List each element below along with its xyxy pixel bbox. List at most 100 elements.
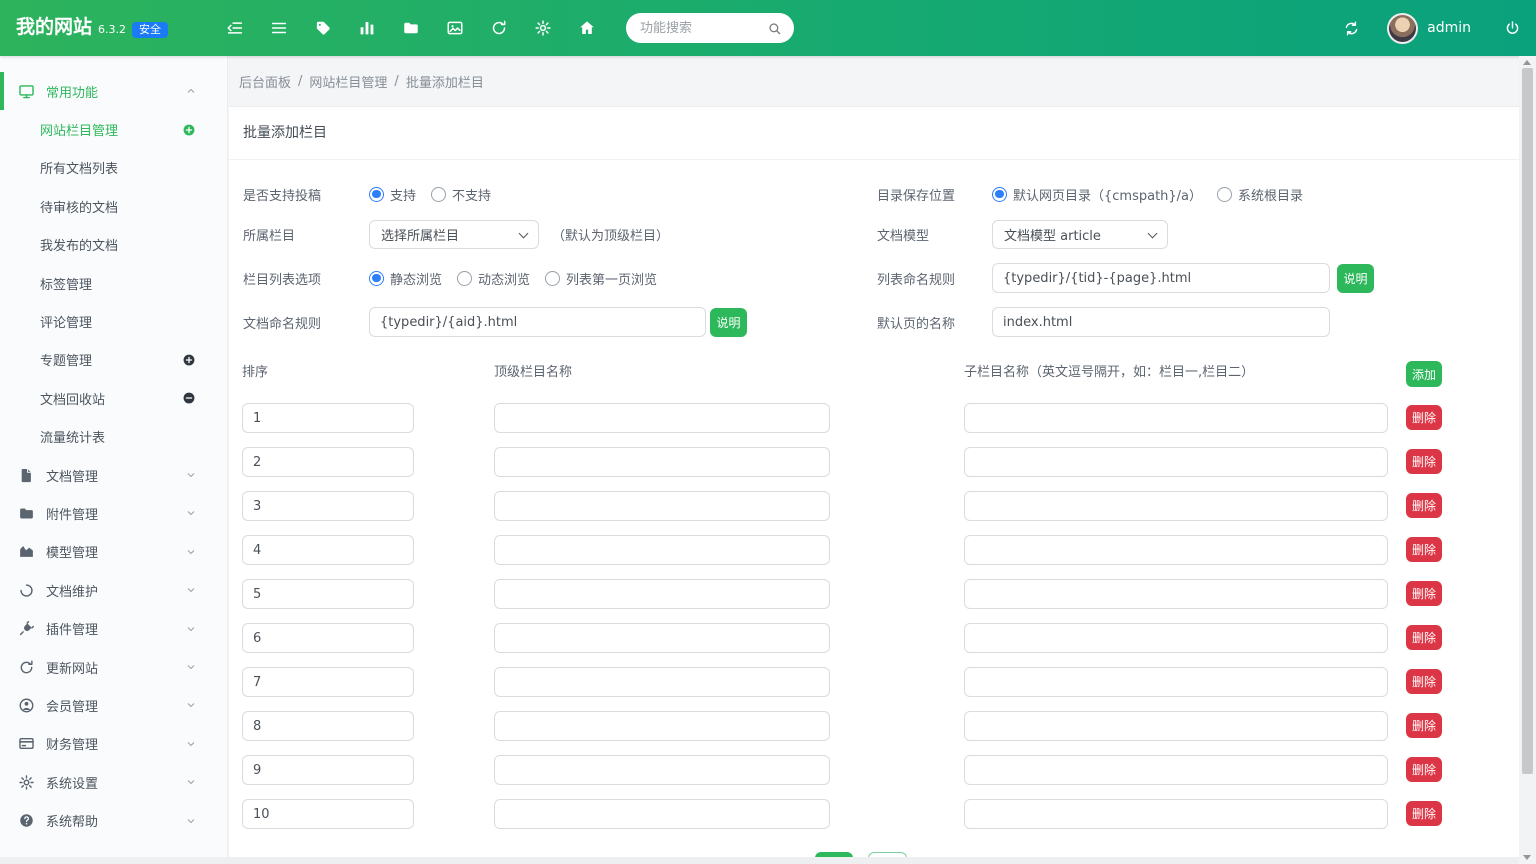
sort-input[interactable]: [242, 799, 414, 829]
avatar[interactable]: [1387, 13, 1418, 44]
vertical-scrollbar[interactable]: [1519, 56, 1536, 864]
radio-option-no-support[interactable]: 不支持: [431, 185, 491, 204]
add-icon[interactable]: [182, 353, 196, 367]
home-icon[interactable]: [578, 19, 596, 37]
delete-row-button[interactable]: 删除: [1406, 713, 1442, 738]
sub-name-input[interactable]: [964, 491, 1388, 521]
chart-icon[interactable]: [358, 19, 376, 37]
sub-name-input[interactable]: [964, 403, 1388, 433]
tag-icon[interactable]: [314, 19, 332, 37]
sort-input[interactable]: [242, 623, 414, 653]
sidebar-section-plugin[interactable]: 插件管理: [0, 609, 227, 647]
add-icon[interactable]: [182, 123, 196, 137]
radio-option-support[interactable]: 支持: [369, 185, 416, 204]
top-name-input[interactable]: [494, 447, 830, 477]
menu-icon[interactable]: [270, 19, 288, 37]
top-name-input[interactable]: [494, 535, 830, 565]
sort-input[interactable]: [242, 447, 414, 477]
default-page-input[interactable]: [992, 307, 1330, 337]
radio-option-web-dir[interactable]: 默认网页目录（{cmspath}/a）: [992, 185, 1202, 204]
sidebar-item[interactable]: 专题管理: [0, 341, 227, 379]
sub-name-input[interactable]: [964, 755, 1388, 785]
scroll-up-arrow-icon[interactable]: [1523, 60, 1531, 65]
remove-icon[interactable]: [182, 391, 196, 405]
sidebar-item[interactable]: 文档回收站: [0, 379, 227, 417]
sidebar-section-refresh[interactable]: 更新网站: [0, 648, 227, 686]
sidebar-item[interactable]: 我发布的文档: [0, 226, 227, 264]
sidebar-item[interactable]: 网站栏目管理: [0, 110, 227, 148]
delete-row-button[interactable]: 删除: [1406, 757, 1442, 782]
delete-row-button[interactable]: 删除: [1406, 669, 1442, 694]
top-name-input[interactable]: [494, 799, 830, 829]
delete-row-button[interactable]: 删除: [1406, 537, 1442, 562]
add-row-button[interactable]: 添加: [1406, 361, 1442, 387]
doc-naming-help-button[interactable]: 说明: [710, 308, 747, 337]
sidebar-section-monitor[interactable]: 常用功能: [0, 72, 227, 110]
sub-name-input[interactable]: [964, 799, 1388, 829]
radio-option-static[interactable]: 静态浏览: [369, 269, 442, 288]
sidebar-section-credit-card[interactable]: 财务管理: [0, 725, 227, 763]
sidebar-section-file[interactable]: 文档管理: [0, 456, 227, 494]
search-input[interactable]: [638, 20, 759, 37]
top-name-input[interactable]: [494, 579, 830, 609]
sub-name-input[interactable]: [964, 711, 1388, 741]
breadcrumb-item[interactable]: 网站栏目管理: [309, 72, 387, 91]
top-name-input[interactable]: [494, 667, 830, 697]
sidebar-section-user-circle[interactable]: 会员管理: [0, 686, 227, 724]
sort-input[interactable]: [242, 535, 414, 565]
refresh-icon[interactable]: [490, 19, 508, 37]
sidebar-section-area-chart[interactable]: 模型管理: [0, 533, 227, 571]
folder-icon[interactable]: [402, 19, 420, 37]
sidebar-section-folder[interactable]: 附件管理: [0, 494, 227, 532]
sync-icon[interactable]: [1343, 20, 1360, 37]
sort-input[interactable]: [242, 491, 414, 521]
sub-name-input[interactable]: [964, 447, 1388, 477]
sort-input[interactable]: [242, 403, 414, 433]
radio-option-first-page[interactable]: 列表第一页浏览: [545, 269, 657, 288]
sort-input[interactable]: [242, 667, 414, 697]
delete-row-button[interactable]: 删除: [1406, 449, 1442, 474]
sort-input[interactable]: [242, 579, 414, 609]
sub-name-input[interactable]: [964, 667, 1388, 697]
sort-input[interactable]: [242, 711, 414, 741]
sidebar-item[interactable]: 待审核的文档: [0, 187, 227, 225]
scrollbar-thumb[interactable]: [1522, 68, 1533, 774]
list-naming-input[interactable]: [992, 263, 1330, 293]
delete-row-button[interactable]: 删除: [1406, 493, 1442, 518]
sidebar-section-gear[interactable]: 系统设置: [0, 763, 227, 801]
gear-icon[interactable]: [534, 19, 552, 37]
sidebar-section-help[interactable]: 系统帮助: [0, 801, 227, 839]
radio-option-root-dir[interactable]: 系统根目录: [1217, 185, 1303, 204]
toggle-sidebar-icon[interactable]: [226, 19, 244, 37]
sidebar-item[interactable]: 所有文档列表: [0, 149, 227, 187]
delete-row-button[interactable]: 删除: [1406, 581, 1442, 606]
username-label[interactable]: admin: [1427, 20, 1471, 36]
table-row: 删除: [229, 667, 1519, 697]
radio-option-dynamic[interactable]: 动态浏览: [457, 269, 530, 288]
sidebar-item[interactable]: 评论管理: [0, 302, 227, 340]
delete-row-button[interactable]: 删除: [1406, 625, 1442, 650]
doc-model-select[interactable]: 文档模型 article: [992, 220, 1168, 249]
delete-row-button[interactable]: 删除: [1406, 801, 1442, 826]
top-name-input[interactable]: [494, 491, 830, 521]
sidebar-item[interactable]: 标签管理: [0, 264, 227, 302]
list-naming-help-button[interactable]: 说明: [1337, 264, 1374, 293]
sub-name-input[interactable]: [964, 535, 1388, 565]
top-name-input[interactable]: [494, 623, 830, 653]
delete-row-button[interactable]: 删除: [1406, 405, 1442, 430]
breadcrumb-item[interactable]: 后台面板: [239, 72, 291, 91]
top-name-input[interactable]: [494, 711, 830, 741]
search-icon[interactable]: [767, 21, 782, 36]
parent-category-select[interactable]: 选择所属栏目: [369, 220, 539, 249]
power-icon[interactable]: [1504, 20, 1521, 37]
sub-name-input[interactable]: [964, 579, 1388, 609]
scroll-down-arrow-icon[interactable]: [1523, 855, 1531, 860]
sub-name-input[interactable]: [964, 623, 1388, 653]
sidebar-item[interactable]: 流量统计表: [0, 418, 227, 456]
image-icon[interactable]: [446, 19, 464, 37]
top-name-input[interactable]: [494, 403, 830, 433]
top-name-input[interactable]: [494, 755, 830, 785]
doc-naming-input[interactable]: [369, 307, 706, 337]
sidebar-section-circle-notch[interactable]: 文档维护: [0, 571, 227, 609]
sort-input[interactable]: [242, 755, 414, 785]
